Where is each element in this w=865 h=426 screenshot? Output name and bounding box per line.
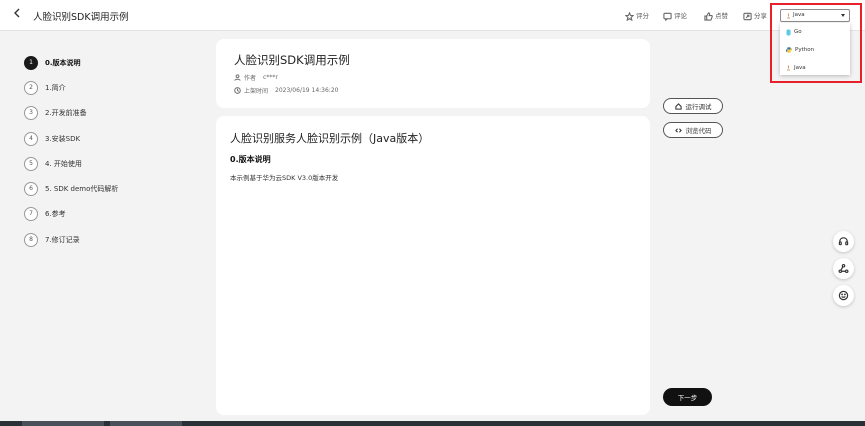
step-item-reference[interactable]: 7 6.参考 xyxy=(24,207,66,221)
step-item-version[interactable]: 1 0.版本说明 xyxy=(24,56,81,70)
article-body-title: 人脸识别服务人脸识别示例（Java版本） xyxy=(230,132,430,145)
comment-label: 评论 xyxy=(674,12,687,20)
step-number: 4 xyxy=(24,132,38,146)
browse-code-label: 浏览代码 xyxy=(685,127,712,135)
author-row: 作者 c***r xyxy=(234,72,278,82)
comment-button[interactable]: 评论 xyxy=(663,10,687,22)
star-icon xyxy=(625,11,634,21)
step-label: 6.参考 xyxy=(45,210,66,218)
thumb-up-icon xyxy=(704,11,713,21)
highlight-annotation-box xyxy=(770,3,862,83)
time-value: 2023/06/19 14:36:20 xyxy=(275,86,339,94)
smile-icon xyxy=(838,290,849,301)
chevron-left-icon xyxy=(14,8,20,18)
run-debug-button[interactable]: 运行调试 xyxy=(663,98,723,114)
step-label: 4. 开始使用 xyxy=(45,160,82,168)
step-number: 8 xyxy=(24,233,38,247)
step-label: 1.简介 xyxy=(45,84,66,92)
step-number: 5 xyxy=(24,157,38,171)
share-icon xyxy=(743,12,752,20)
step-label: 5. SDK demo代码解析 xyxy=(45,185,119,193)
taskbar-strip xyxy=(0,421,865,426)
like-label: 点赞 xyxy=(715,12,728,20)
author-name: c***r xyxy=(263,73,278,81)
rate-label: 评分 xyxy=(636,12,649,20)
code-icon xyxy=(674,127,682,133)
run-debug-label: 运行调试 xyxy=(685,103,712,111)
share-button[interactable]: 分享 xyxy=(743,10,767,22)
customer-service-button[interactable] xyxy=(833,231,854,252)
taskbar-segment xyxy=(22,421,104,426)
author-label: 作者 xyxy=(244,74,257,82)
like-button[interactable]: 点赞 xyxy=(704,10,728,22)
feedback-button[interactable] xyxy=(833,285,854,306)
step-item-intro[interactable]: 2 1.简介 xyxy=(24,81,66,95)
share-float-button[interactable] xyxy=(833,258,854,279)
time-label: 上架时间 xyxy=(244,87,269,95)
section-title: 0.版本说明 xyxy=(230,155,271,164)
share-nodes-icon xyxy=(838,263,849,274)
run-icon xyxy=(674,102,682,110)
step-item-demo[interactable]: 6 5. SDK demo代码解析 xyxy=(24,182,118,196)
step-label: 7.修订记录 xyxy=(45,236,80,244)
browse-code-button[interactable]: 浏览代码 xyxy=(663,122,723,138)
next-step-button[interactable]: 下一步 xyxy=(663,388,712,406)
step-item-install[interactable]: 4 3.安装SDK xyxy=(24,132,80,146)
step-label: 0.版本说明 xyxy=(45,59,81,67)
article-body-card: 人脸识别服务人脸识别示例（Java版本） 0.版本说明 本示例基于华为云SDK … xyxy=(216,116,650,415)
step-number: 6 xyxy=(24,182,38,196)
back-button[interactable] xyxy=(13,8,25,22)
step-label: 3.安装SDK xyxy=(45,135,81,143)
rate-button[interactable]: 评分 xyxy=(625,10,649,22)
clock-icon xyxy=(234,86,241,94)
step-number: 2 xyxy=(24,81,38,95)
user-icon xyxy=(234,73,241,81)
share-label: 分享 xyxy=(754,12,767,20)
comment-icon xyxy=(663,12,672,21)
section-text: 本示例基于华为云SDK V3.0版本开发 xyxy=(230,174,339,182)
step-item-start[interactable]: 5 4. 开始使用 xyxy=(24,157,82,171)
step-item-revision[interactable]: 8 7.修订记录 xyxy=(24,233,80,247)
step-number: 3 xyxy=(24,106,38,120)
time-row: 上架时间 2023/06/19 14:36:20 xyxy=(234,85,338,95)
step-number: 1 xyxy=(24,56,38,70)
step-number: 7 xyxy=(24,207,38,221)
taskbar-segment xyxy=(110,421,182,426)
top-bar: 人脸识别SDK调用示例 评分 评论 点赞 分享 Java xyxy=(0,0,865,31)
article-header-card: 人脸识别SDK调用示例 作者 c***r 上架时间 2023/06/19 14:… xyxy=(216,39,650,108)
step-label: 2.开发前准备 xyxy=(45,109,87,117)
step-item-prepare[interactable]: 3 2.开发前准备 xyxy=(24,106,87,120)
headset-icon xyxy=(838,237,849,246)
page-title: 人脸识别SDK调用示例 xyxy=(33,12,129,23)
article-title: 人脸识别SDK调用示例 xyxy=(234,53,350,67)
